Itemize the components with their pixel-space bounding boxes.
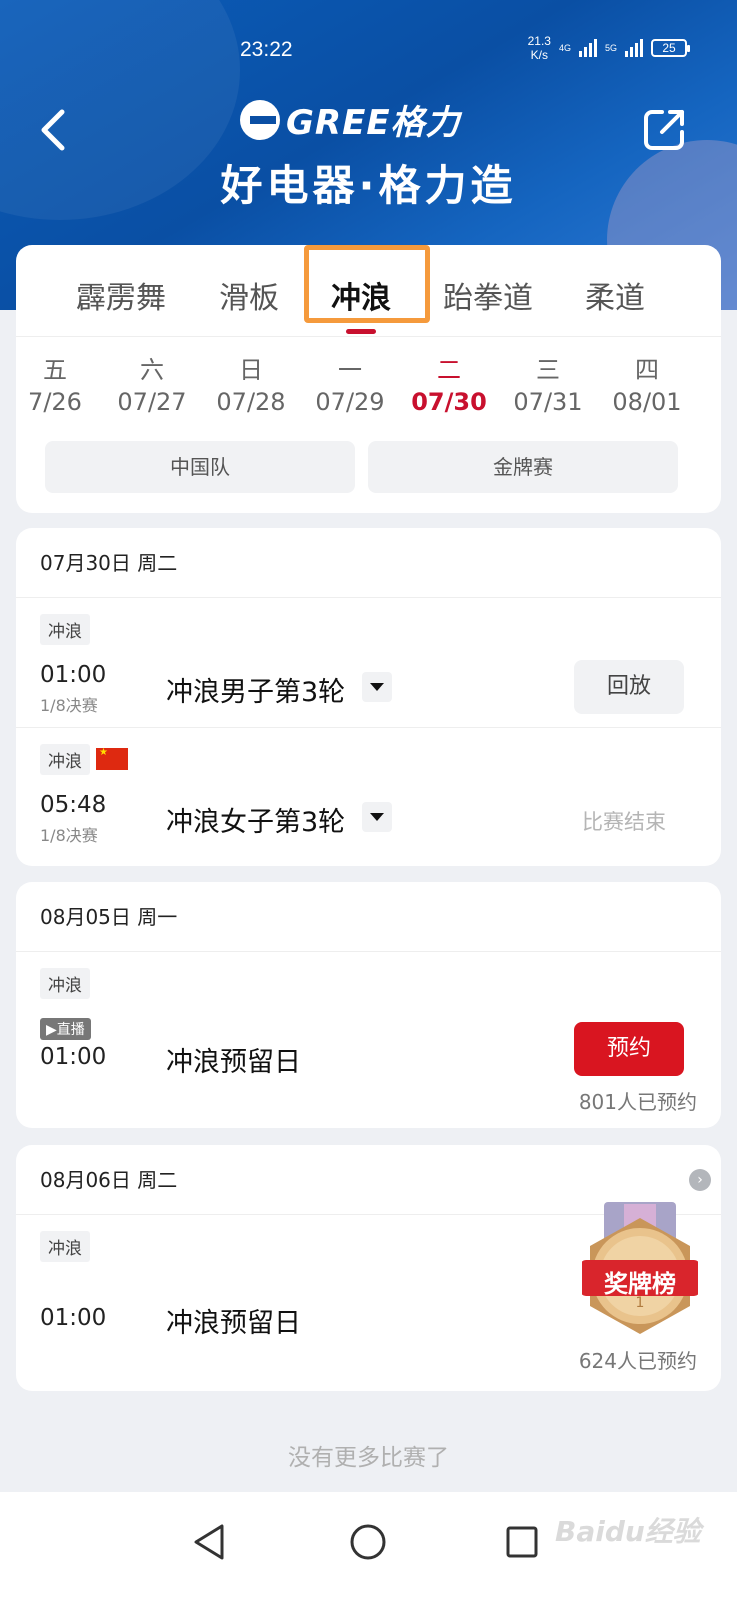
match-title: 冲浪预留日: [166, 1047, 301, 1078]
match-time: 01:00: [40, 1305, 107, 1331]
schedule-section: 08月05日 周一 冲浪 ▶直播 01:00 冲浪预留日 预约 801人已预约: [16, 882, 721, 1128]
status-bar: 23:22 21.3 K/s 4G 5G 25: [0, 30, 737, 70]
slogan: 好电器·格力造: [220, 161, 517, 210]
match-ended-status: 比赛结束: [582, 810, 666, 834]
match-title: 冲浪女子第3轮: [166, 807, 346, 838]
gree-logo-icon: [240, 99, 280, 140]
date-item[interactable]: 一 07/29: [305, 355, 395, 419]
share-icon: [644, 110, 684, 150]
match-stage: 1/8决赛: [40, 826, 98, 845]
date-item-selected[interactable]: 二 07/30: [404, 355, 494, 419]
date-item[interactable]: 六 07/27: [107, 355, 197, 419]
live-badge: ▶直播: [40, 1018, 91, 1040]
sport-tag: 冲浪: [40, 968, 90, 999]
section-date-heading: 07月30日 周二: [16, 528, 721, 598]
match-row[interactable]: 冲浪 01:00 1/8决赛 冲浪男子第3轮 回放: [16, 598, 721, 728]
reserve-count: 801人已预约: [578, 1090, 697, 1114]
nav-recents-button[interactable]: [492, 1512, 552, 1572]
tab-highlight-box: [304, 245, 430, 323]
medal-table-badge[interactable]: 1 奖牌榜: [580, 1202, 700, 1352]
tab-skateboarding[interactable]: 滑板: [219, 273, 279, 317]
date-item[interactable]: 五 7/26: [10, 355, 100, 419]
signal-label: 5G: [604, 43, 617, 53]
gold-medal-filter-button[interactable]: 金牌赛: [368, 441, 678, 493]
tab-judo[interactable]: 柔道: [585, 273, 645, 317]
signal-icon: [578, 39, 597, 57]
replay-button[interactable]: 回放: [574, 660, 684, 714]
date-item[interactable]: 四 08/01: [602, 355, 692, 419]
match-stage: 1/8决赛: [40, 696, 98, 715]
watermark: Baidu经验: [555, 1515, 701, 1548]
reserve-button[interactable]: 预约: [574, 1022, 684, 1076]
tab-breaking[interactable]: 霹雳舞: [76, 273, 166, 317]
medal-table-label: 奖牌榜: [604, 1270, 676, 1298]
nav-home-button[interactable]: [338, 1512, 398, 1572]
signal-icon: [625, 39, 643, 57]
match-title: 冲浪男子第3轮: [166, 677, 346, 708]
status-indicators: 21.3 K/s 4G 5G 25: [527, 34, 690, 62]
china-team-filter-button[interactable]: 中国队: [45, 441, 355, 493]
chevron-left-icon: [41, 109, 65, 151]
match-time: 05:48: [40, 792, 107, 818]
network-speed: 21.3 K/s: [527, 34, 551, 62]
end-of-list-text: 没有更多比赛了: [288, 1445, 449, 1471]
share-button[interactable]: [640, 104, 690, 154]
date-item[interactable]: 日 07/28: [206, 355, 296, 419]
filter-buttons: 中国队 金牌赛: [16, 429, 721, 513]
sport-tag: 冲浪: [40, 744, 90, 775]
match-row[interactable]: 冲浪 ▶直播 01:00 冲浪预留日 预约 801人已预约: [16, 952, 721, 1128]
match-title: 冲浪预留日: [166, 1308, 301, 1339]
back-button[interactable]: [30, 100, 80, 160]
square-recents-icon: [506, 1526, 538, 1558]
sport-tabs: 霹雳舞 滑板 冲浪 跆拳道 柔道: [16, 245, 721, 337]
match-time: 01:00: [40, 662, 107, 688]
brand-logo: GREE格力: [240, 95, 461, 144]
match-time: 01:00: [40, 1044, 107, 1070]
schedule-section: 07月30日 周二 冲浪 01:00 1/8决赛 冲浪男子第3轮 回放 冲浪 0…: [16, 528, 721, 866]
active-tab-indicator: [346, 329, 376, 334]
battery-icon: 25: [651, 39, 690, 57]
triangle-back-icon: [194, 1524, 224, 1560]
chevron-down-icon[interactable]: [362, 672, 392, 702]
signal-label: 4G: [558, 43, 571, 53]
chevron-down-icon[interactable]: [362, 802, 392, 832]
match-row[interactable]: 冲浪 05:48 1/8决赛 冲浪女子第3轮 比赛结束: [16, 728, 721, 858]
filter-card: 霹雳舞 滑板 冲浪 跆拳道 柔道 五 7/26 六 07/27 日 07/28 …: [16, 245, 721, 513]
date-item[interactable]: 三 07/31: [503, 355, 593, 419]
china-flag-icon: [96, 747, 128, 770]
date-selector: 五 7/26 六 07/27 日 07/28 一 07/29 二 07/30 三…: [16, 337, 721, 429]
circle-home-icon: [350, 1524, 386, 1560]
section-date-heading: 08月05日 周一: [16, 882, 721, 952]
sport-tag: 冲浪: [40, 1231, 90, 1262]
tab-taekwondo[interactable]: 跆拳道: [443, 273, 533, 317]
sport-tag: 冲浪: [40, 614, 90, 645]
status-time: 23:22: [240, 38, 293, 61]
nav-back-button[interactable]: [182, 1512, 242, 1572]
chevron-right-icon[interactable]: ›: [689, 1169, 711, 1191]
